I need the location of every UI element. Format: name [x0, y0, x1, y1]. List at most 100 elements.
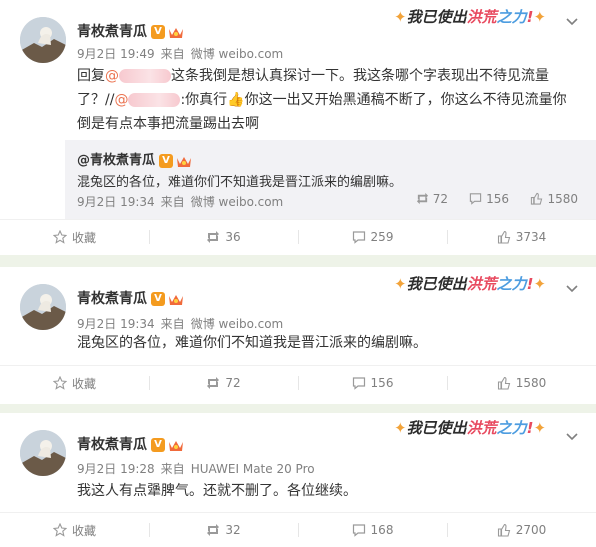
text-segment: 了？// — [77, 92, 115, 108]
post-source[interactable]: 微博 weibo.com — [191, 317, 284, 331]
favorite-button[interactable]: 收藏 — [0, 220, 149, 254]
post-text: 我这人有点犟脾气。还就不删了。各位继续。 — [77, 483, 357, 499]
reposted-post[interactable]: @青枚煮青瓜 V 混兔区的各位，难道你们不知道我是晋江派来的编剧嘛。 9月2日 1… — [65, 140, 596, 220]
like-count: 2700 — [515, 523, 547, 537]
sparkle-left: ✦ — [394, 8, 407, 26]
user-name[interactable]: 青枚煮青瓜 V — [77, 21, 184, 41]
text-line-2: 了？//@:你真行👍你这一出又开始黑通稿不断了，你这么不待见流量你 — [77, 88, 587, 112]
from-label: 来自 — [160, 317, 185, 331]
post-source[interactable]: 微博 weibo.com — [191, 47, 284, 61]
post-time[interactable]: 9月2日 19:49 — [77, 47, 155, 61]
sparkle-right: ✦ — [533, 8, 547, 26]
favorite-label: 收藏 — [71, 230, 96, 245]
repost-count: 72 — [225, 376, 241, 390]
repost-count: 32 — [225, 523, 241, 537]
chevron-down-icon[interactable] — [566, 18, 578, 26]
like-count: 1580 — [515, 376, 547, 390]
from-label: 来自 — [160, 462, 185, 476]
star-icon — [52, 230, 67, 244]
like-button[interactable]: 3734 — [447, 220, 596, 254]
repost-comment-count[interactable]: 156 — [469, 192, 509, 206]
like-button[interactable]: 2700 — [447, 513, 596, 547]
repost-like-count[interactable]: 1580 — [530, 192, 578, 206]
text-segment: 你这一出又开始黑通稿不断了，你这么不待见流量你 — [244, 92, 567, 108]
repost-text: 混兔区的各位，难道你们不知道我是晋江派来的编剧嘛。 — [77, 175, 403, 190]
text-line-1: 回复@ 这条我倒是想认真探讨一下。我这条哪个字表现出不待见流量 — [77, 64, 587, 88]
user-name[interactable]: 青枚煮青瓜 V — [77, 288, 184, 308]
post-card-1: 青枚煮青瓜 V ✦我已使出洪荒之力!✦ 9月2日 19:49 来自 微博 weibo.… — [0, 0, 596, 255]
badge-text-3: 之力 — [496, 275, 527, 293]
avatar[interactable] — [20, 17, 66, 63]
comment-count: 156 — [370, 376, 394, 390]
badge-text-2: 洪荒 — [466, 275, 497, 293]
favorite-button[interactable]: 收藏 — [0, 366, 149, 400]
badge-decoration: ✦我已使出洪荒之力!✦ — [394, 273, 546, 294]
repost-user-text[interactable]: @青枚煮青瓜 — [77, 153, 155, 168]
post-time[interactable]: 9月2日 19:28 — [77, 462, 155, 476]
verified-badge: V — [151, 25, 165, 39]
repost-user-name[interactable]: @青枚煮青瓜 V — [77, 149, 192, 168]
favorite-label: 收藏 — [71, 376, 96, 391]
star-icon — [52, 376, 67, 390]
repost-repost-count[interactable]: 72 — [416, 192, 448, 206]
count: 156 — [486, 192, 509, 206]
user-name-text[interactable]: 青枚煮青瓜 — [77, 24, 147, 40]
comment-icon — [352, 377, 365, 390]
user-name-text[interactable]: 青枚煮青瓜 — [77, 291, 147, 307]
like-icon — [497, 230, 510, 244]
repost-time[interactable]: 9月2日 19:34 — [77, 195, 155, 209]
user-name-text[interactable]: 青枚煮青瓜 — [77, 437, 147, 453]
text-segment: :你真行 — [180, 92, 228, 108]
sparkle-right: ✦ — [533, 419, 547, 437]
post-meta: 9月2日 19:49 来自 微博 weibo.com — [77, 45, 289, 62]
repost-button[interactable]: 72 — [149, 366, 298, 400]
post-source[interactable]: HUAWEI Mate 20 Pro — [191, 462, 315, 476]
user-name[interactable]: 青枚煮青瓜 V — [77, 434, 184, 454]
badge-text-1: 我已使出 — [406, 419, 467, 437]
favorite-button[interactable]: 收藏 — [0, 513, 149, 547]
badge-text-2: 洪荒 — [466, 8, 497, 26]
comment-count: 168 — [370, 523, 394, 537]
star-icon — [52, 523, 67, 537]
repost-source[interactable]: 微博 weibo.com — [191, 195, 284, 209]
thumbs-up-emoji: 👍 — [227, 92, 245, 108]
comment-button[interactable]: 168 — [298, 513, 447, 547]
verified-badge: V — [159, 153, 174, 168]
avatar[interactable] — [20, 430, 66, 476]
post-card-2: 青枚煮青瓜 V ✦我已使出洪荒之力!✦ 9月2日 19:34 来自 微博 weibo.… — [0, 267, 596, 404]
comment-count: 259 — [370, 230, 394, 244]
mention-link[interactable]: @ — [105, 68, 171, 84]
crown-icon — [168, 292, 184, 306]
post-card-3: 青枚煮青瓜 V ✦我已使出洪荒之力!✦ 9月2日 19:28 来自 HUAWEI Ma… — [0, 413, 596, 547]
post-text: 回复@ 这条我倒是想认真探讨一下。我这条哪个字表现出不待见流量 了？//@:你真行… — [77, 64, 587, 136]
comment-button[interactable]: 156 — [298, 366, 447, 400]
like-icon — [497, 376, 510, 390]
post-time[interactable]: 9月2日 19:34 — [77, 317, 155, 331]
count: 1580 — [547, 192, 578, 206]
post-actions: 收藏 32 168 2700 — [0, 512, 596, 547]
blurred-username — [128, 93, 181, 107]
avatar[interactable] — [20, 284, 66, 330]
comment-icon — [352, 231, 365, 244]
chevron-down-icon[interactable] — [566, 433, 578, 441]
badge-text-3: 之力 — [496, 8, 527, 26]
comment-icon — [352, 524, 365, 537]
mention-link[interactable]: @ — [114, 92, 181, 108]
post-actions: 收藏 72 156 1580 — [0, 365, 596, 400]
blurred-username — [119, 69, 171, 83]
comment-button[interactable]: 259 — [298, 220, 447, 254]
post-meta: 9月2日 19:34 来自 微博 weibo.com — [77, 315, 289, 332]
count: 72 — [432, 192, 448, 206]
repost-button[interactable]: 36 — [149, 220, 298, 254]
verified-badge: V — [151, 292, 165, 306]
repost-icon — [207, 524, 220, 536]
verified-badge: V — [151, 438, 165, 452]
repost-button[interactable]: 32 — [149, 513, 298, 547]
chevron-down-icon[interactable] — [566, 285, 578, 293]
like-icon — [497, 523, 510, 537]
from-label: 来自 — [160, 47, 185, 61]
badge-decoration: ✦我已使出洪荒之力!✦ — [394, 6, 546, 27]
like-button[interactable]: 1580 — [447, 366, 596, 400]
text-segment: 这条我倒是想认真探讨一下。我这条哪个字表现出不待见流量 — [171, 68, 549, 84]
crown-icon — [168, 438, 184, 452]
